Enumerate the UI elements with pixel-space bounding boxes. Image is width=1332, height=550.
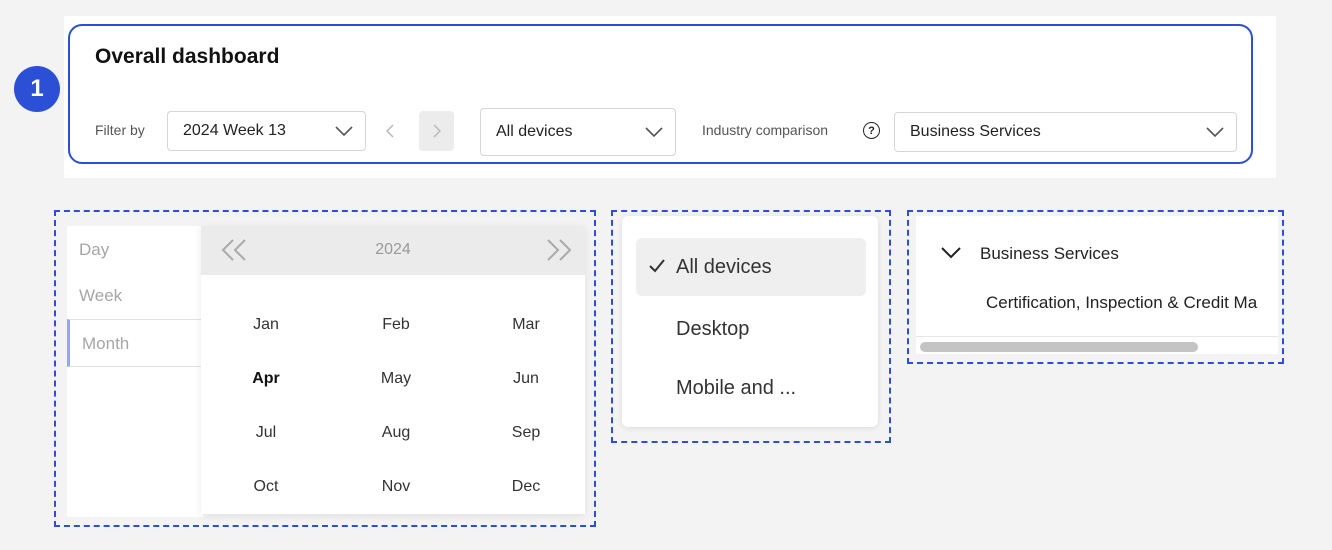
- granularity-month-row[interactable]: Month: [67, 319, 203, 367]
- month-jul[interactable]: Jul: [216, 424, 316, 442]
- device-option-label: Desktop: [676, 317, 750, 340]
- double-chevron-right-icon[interactable]: [546, 238, 572, 262]
- granularity-day[interactable]: Day: [79, 240, 109, 260]
- month-picker: 2024 Jan Feb Mar Apr May Jun Jul Aug Sep…: [201, 226, 585, 514]
- month-mar[interactable]: Mar: [476, 316, 576, 334]
- next-week-button[interactable]: [419, 111, 454, 151]
- week-select[interactable]: 2024 Week 13: [167, 111, 366, 151]
- scrollbar-thumb[interactable]: [920, 342, 1198, 352]
- month-jun[interactable]: Jun: [476, 370, 576, 388]
- month-apr[interactable]: Apr: [216, 370, 316, 388]
- month-nov[interactable]: Nov: [346, 478, 446, 496]
- device-option-mobile[interactable]: Mobile and ...: [636, 359, 866, 417]
- month-feb[interactable]: Feb: [346, 316, 446, 334]
- granularity-month: Month: [82, 334, 130, 353]
- month-sep[interactable]: Sep: [476, 424, 576, 442]
- step-badge: 1: [14, 66, 60, 112]
- granularity-week[interactable]: Week: [79, 286, 122, 306]
- help-icon[interactable]: ?: [863, 122, 880, 139]
- chevron-right-icon: [432, 124, 441, 138]
- chevron-down-icon: [1206, 127, 1224, 137]
- chevron-left-icon: [386, 124, 394, 138]
- device-option-label: All devices: [676, 255, 772, 278]
- device-select-value: All devices: [496, 123, 573, 140]
- month-oct[interactable]: Oct: [216, 478, 316, 496]
- device-option-desktop[interactable]: Desktop: [636, 300, 866, 358]
- industry-select[interactable]: Business Services: [894, 112, 1237, 152]
- chevron-down-icon: [645, 127, 663, 137]
- device-select[interactable]: All devices: [480, 108, 676, 156]
- device-option-label: Mobile and ...: [676, 376, 797, 399]
- industry-select-value: Business Services: [910, 123, 1041, 140]
- granularity-list: Day Week Month: [67, 226, 203, 517]
- industry-tree-dropdown: Business Services Certification, Inspect…: [916, 216, 1278, 354]
- industry-tree-parent[interactable]: Business Services: [980, 244, 1119, 264]
- previous-week-button[interactable]: [372, 111, 408, 151]
- industry-comparison-label: Industry comparison: [702, 122, 829, 138]
- month-picker-header: 2024: [201, 226, 585, 275]
- device-dropdown: All devices Desktop Mobile and ...: [622, 216, 878, 427]
- chevron-down-icon[interactable]: [940, 246, 962, 260]
- month-may[interactable]: May: [346, 370, 446, 388]
- industry-tree-child[interactable]: Certification, Inspection & Credit Ma: [986, 293, 1257, 313]
- page-title: Overall dashboard: [95, 45, 280, 68]
- filter-label: Filter by: [95, 122, 145, 138]
- check-icon: [649, 259, 665, 273]
- month-jan[interactable]: Jan: [216, 316, 316, 334]
- week-select-value: 2024 Week 13: [183, 122, 286, 139]
- year-label: 2024: [375, 241, 411, 258]
- month-aug[interactable]: Aug: [346, 424, 446, 442]
- device-option-all[interactable]: All devices: [636, 238, 866, 296]
- chevron-down-icon: [335, 126, 353, 136]
- month-dec[interactable]: Dec: [476, 478, 576, 496]
